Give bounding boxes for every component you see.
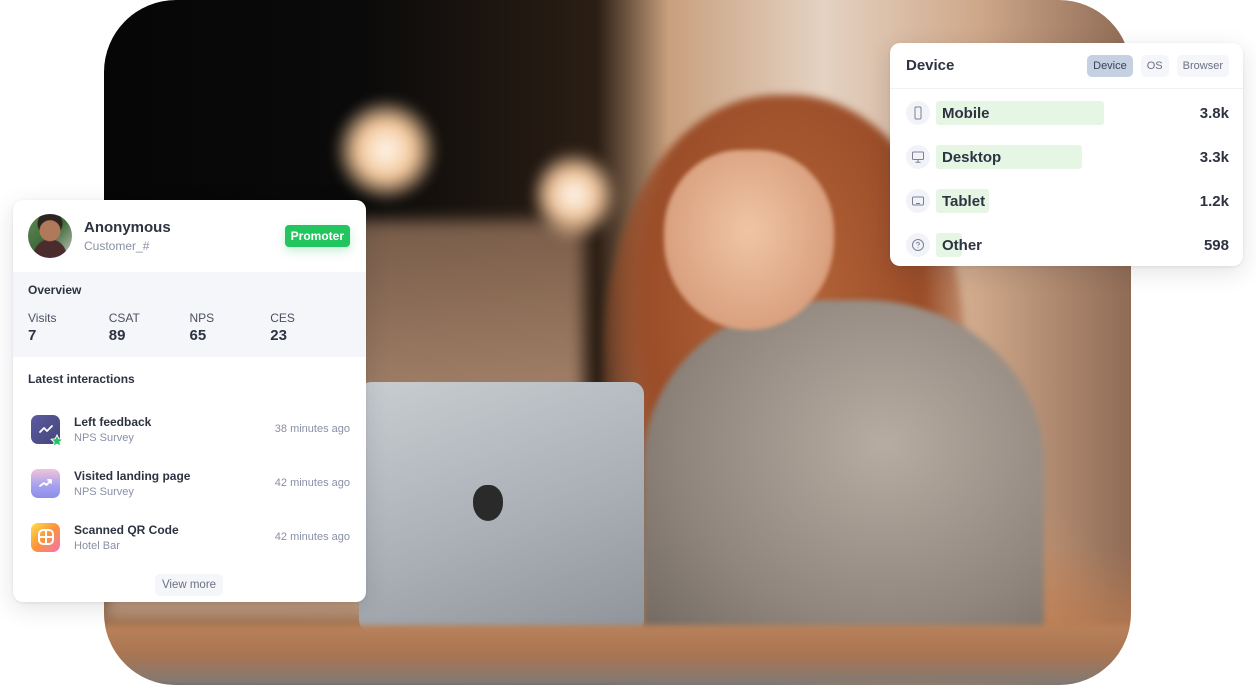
light-bulb-2 [534,150,614,240]
tab-browser[interactable]: Browser [1176,54,1229,77]
view-more-button[interactable]: View more [154,574,224,596]
list-item[interactable]: Visited landing page NPS Survey 42 minut… [28,456,350,510]
stat-ces: CES 23 [270,311,351,344]
device-breakdown-card: Device Device OS Browser Mobile 3.8k Des… [890,43,1243,266]
stat-label: CES [270,311,295,325]
list-item[interactable]: Scanned QR Code Hotel Bar 42 minutes ago [28,510,350,564]
device-row-mobile[interactable]: Mobile 3.8k [906,91,1229,135]
photo-table [104,625,1131,685]
star-icon [50,433,64,447]
interaction-time: 38 minutes ago [274,423,350,435]
interaction-subtitle: NPS Survey [74,431,134,444]
interaction-time: 42 minutes ago [274,531,350,543]
interactions-list: Left feedback NPS Survey 38 minutes ago … [28,402,350,564]
device-label: Tablet [942,192,986,210]
device-card-header: Device Device OS Browser [890,43,1243,89]
trend-up-icon [31,468,60,498]
customer-id: Customer_# [84,239,150,253]
interaction-title: Scanned QR Code [74,522,179,537]
latest-interactions-title: Latest interactions [28,372,135,386]
profile-header: Anonymous Customer_# Promoter [13,200,366,272]
device-rows: Mobile 3.8k Desktop 3.3k Tablet 1.2k Oth… [890,89,1243,267]
light-bulb-1 [336,100,436,200]
device-row-tablet[interactable]: Tablet 1.2k [906,179,1229,223]
promoter-badge: Promoter [284,225,350,247]
stat-value: 89 [108,327,126,344]
device-value: 598 [1203,236,1229,254]
stat-label: Visits [28,311,57,325]
device-label: Mobile [942,104,990,122]
tablet-icon [906,189,930,213]
stat-value: 23 [270,327,287,344]
interaction-title: Visited landing page [74,468,191,483]
mobile-phone-icon [906,101,930,125]
stat-label: NPS [189,311,215,325]
chart-line-star-icon [31,414,64,447]
tab-device[interactable]: Device [1087,54,1133,77]
device-tabs: Device OS Browser [1087,54,1229,77]
apple-logo-icon [473,485,503,521]
device-label: Other [942,236,983,254]
device-label: Desktop [942,148,1002,166]
overview-stats: Visits 7 CSAT 89 NPS 65 CES 23 [28,311,351,344]
device-card-title: Device [906,57,955,74]
qr-grid-icon [31,522,60,552]
customer-profile-card: Anonymous Customer_# Promoter Overview V… [13,200,366,602]
customer-name: Anonymous [84,219,171,236]
photo-woman-sweater [644,300,1044,660]
stat-label: CSAT [108,311,140,325]
device-value: 1.2k [1199,192,1229,210]
photo-laptop [359,382,644,632]
overview-section: Overview Visits 7 CSAT 89 NPS 65 CES 23 [13,272,366,357]
interaction-time: 42 minutes ago [274,477,350,489]
list-item[interactable]: Left feedback NPS Survey 38 minutes ago [28,402,350,456]
device-value: 3.8k [1199,104,1229,122]
stat-visits: Visits 7 [28,311,109,344]
tab-os[interactable]: OS [1140,54,1169,77]
interaction-subtitle: NPS Survey [74,485,134,498]
latest-interactions-section: Latest interactions Left feedback NPS Su… [13,357,366,596]
interaction-title: Left feedback [74,414,152,429]
stat-csat: CSAT 89 [109,311,190,344]
device-row-desktop[interactable]: Desktop 3.3k [906,135,1229,179]
stat-nps: NPS 65 [190,311,271,344]
device-row-other[interactable]: Other 598 [906,223,1229,267]
stat-value: 7 [28,327,37,344]
photo-woman-face [664,150,834,330]
interaction-subtitle: Hotel Bar [74,539,120,552]
device-value: 3.3k [1199,148,1229,166]
question-circle-icon [906,233,930,257]
desktop-monitor-icon [906,145,930,169]
overview-title: Overview [28,283,82,297]
stat-value: 65 [189,327,207,344]
avatar [28,214,72,258]
